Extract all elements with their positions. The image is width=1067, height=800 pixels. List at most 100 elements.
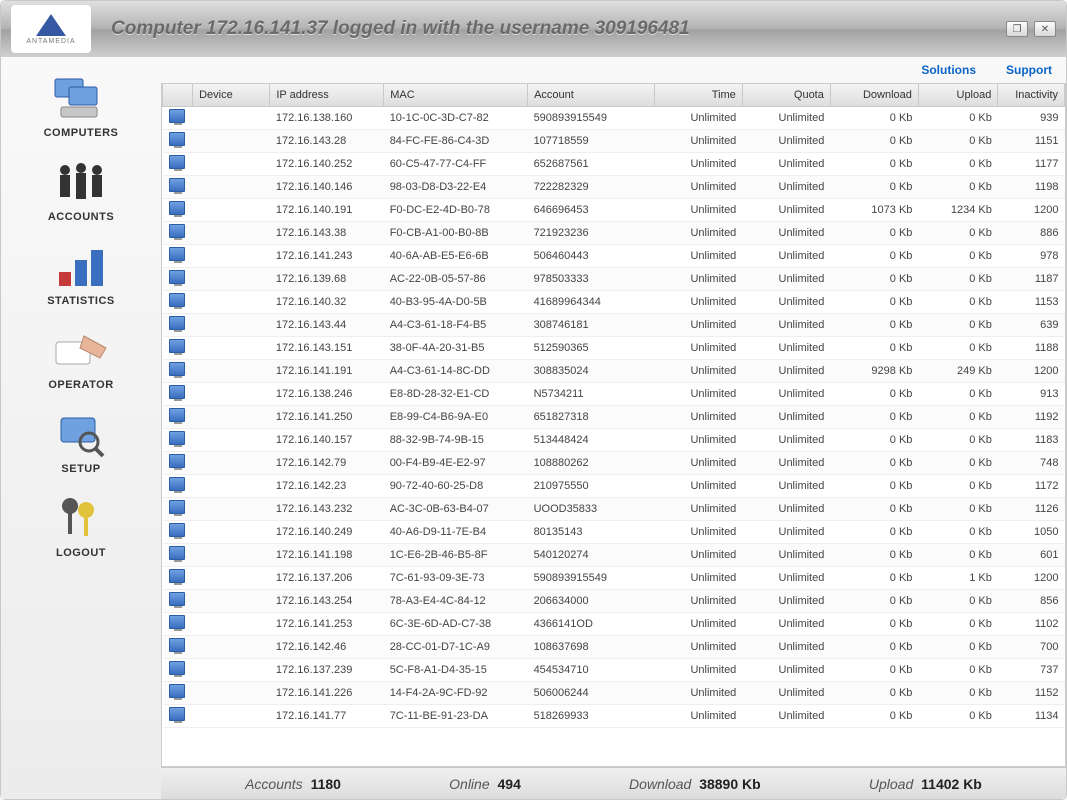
- monitor-icon: [169, 638, 185, 652]
- monitor-icon: [169, 500, 185, 514]
- cell-ip: 172.16.137.239: [270, 658, 384, 681]
- cell-download: 0 Kb: [830, 428, 918, 451]
- table-row[interactable]: 172.16.143.15138-0F-4A-20-31-B5512590365…: [163, 336, 1065, 359]
- cell-upload: 1 Kb: [918, 566, 997, 589]
- table-row[interactable]: 172.16.141.1981C-E6-2B-46-B5-8F540120274…: [163, 543, 1065, 566]
- cell-mac: 28-CC-01-D7-1C-A9: [384, 635, 528, 658]
- cell-download: 0 Kb: [830, 497, 918, 520]
- cell-icon: [163, 175, 193, 198]
- table-row[interactable]: 172.16.141.250E8-99-C4-B6-9A-E0651827318…: [163, 405, 1065, 428]
- table-row[interactable]: 172.16.143.38F0-CB-A1-00-B0-8B721923236U…: [163, 221, 1065, 244]
- cell-quota: Unlimited: [742, 152, 830, 175]
- cell-account: UOOD35833: [528, 497, 655, 520]
- close-button[interactable]: ✕: [1034, 21, 1056, 37]
- col-mac[interactable]: MAC: [384, 84, 528, 106]
- cell-upload: 0 Kb: [918, 474, 997, 497]
- logo-triangle-icon: [36, 14, 66, 36]
- maximize-button[interactable]: ❐: [1006, 21, 1028, 37]
- table-row[interactable]: 172.16.137.2067C-61-93-09-3E-73590893915…: [163, 566, 1065, 589]
- table-row[interactable]: 172.16.140.3240-B3-95-4A-D0-5B4168996434…: [163, 290, 1065, 313]
- cell-device: [193, 106, 270, 129]
- monitor-icon: [169, 408, 185, 422]
- cell-icon: [163, 313, 193, 336]
- cell-account: 107718559: [528, 129, 655, 152]
- col-quota[interactable]: Quota: [742, 84, 830, 106]
- cell-time: Unlimited: [654, 313, 742, 336]
- cell-download: 0 Kb: [830, 704, 918, 727]
- sidebar-item-label: SETUP: [1, 463, 161, 475]
- cell-time: Unlimited: [654, 175, 742, 198]
- col-upload[interactable]: Upload: [918, 84, 997, 106]
- table-row[interactable]: 172.16.141.2536C-3E-6D-AD-C7-384366141OD…: [163, 612, 1065, 635]
- cell-mac: E8-99-C4-B6-9A-E0: [384, 405, 528, 428]
- cell-quota: Unlimited: [742, 221, 830, 244]
- cell-icon: [163, 221, 193, 244]
- cell-upload: 0 Kb: [918, 405, 997, 428]
- table-row[interactable]: 172.16.143.232AC-3C-0B-63-B4-07UOOD35833…: [163, 497, 1065, 520]
- sidebar-item-label: ACCOUNTS: [1, 211, 161, 223]
- table-row[interactable]: 172.16.139.68AC-22-0B-05-57-86978503333U…: [163, 267, 1065, 290]
- cell-ip: 172.16.142.23: [270, 474, 384, 497]
- cell-time: Unlimited: [654, 520, 742, 543]
- cell-icon: [163, 612, 193, 635]
- cell-time: Unlimited: [654, 129, 742, 152]
- col-ip[interactable]: IP address: [270, 84, 384, 106]
- sidebar-item-operator[interactable]: OPERATOR: [1, 323, 161, 395]
- cell-quota: Unlimited: [742, 106, 830, 129]
- sidebar-item-computers[interactable]: COMPUTERS: [1, 71, 161, 143]
- cell-download: 0 Kb: [830, 382, 918, 405]
- cell-ip: 172.16.143.254: [270, 589, 384, 612]
- table-row[interactable]: 172.16.138.16010-1C-0C-3D-C7-82590893915…: [163, 106, 1065, 129]
- cell-quota: Unlimited: [742, 589, 830, 612]
- table-row[interactable]: 172.16.142.2390-72-40-60-25-D8210975550U…: [163, 474, 1065, 497]
- cell-account: 454534710: [528, 658, 655, 681]
- table-row[interactable]: 172.16.140.25260-C5-47-77-C4-FF652687561…: [163, 152, 1065, 175]
- col-inactivity[interactable]: Inactivity: [998, 84, 1065, 106]
- col-blank[interactable]: [163, 84, 193, 106]
- solutions-link[interactable]: Solutions: [921, 63, 976, 77]
- col-download[interactable]: Download: [830, 84, 918, 106]
- cell-upload: 0 Kb: [918, 451, 997, 474]
- table-row[interactable]: 172.16.137.2395C-F8-A1-D4-35-15454534710…: [163, 658, 1065, 681]
- cell-mac: 00-F4-B9-4E-E2-97: [384, 451, 528, 474]
- sidebar-item-label: STATISTICS: [1, 295, 161, 307]
- cell-account: 540120274: [528, 543, 655, 566]
- cell-upload: 0 Kb: [918, 267, 997, 290]
- col-device[interactable]: Device: [193, 84, 270, 106]
- support-link[interactable]: Support: [1006, 63, 1052, 77]
- cell-account: 652687561: [528, 152, 655, 175]
- cell-inactivity: 1153: [998, 290, 1065, 313]
- col-account[interactable]: Account: [528, 84, 655, 106]
- cell-account: 513448424: [528, 428, 655, 451]
- cell-ip: 172.16.140.191: [270, 198, 384, 221]
- cell-upload: 0 Kb: [918, 681, 997, 704]
- sidebar-item-setup[interactable]: SETUP: [1, 407, 161, 479]
- cell-inactivity: 1200: [998, 359, 1065, 382]
- table-row[interactable]: 172.16.142.4628-CC-01-D7-1C-A9108637698U…: [163, 635, 1065, 658]
- table-row[interactable]: 172.16.143.2884-FC-FE-86-C4-3D107718559U…: [163, 129, 1065, 152]
- table-row[interactable]: 172.16.138.246E8-8D-28-32-E1-CDN5734211U…: [163, 382, 1065, 405]
- cell-device: [193, 382, 270, 405]
- sidebar-item-accounts[interactable]: ACCOUNTS: [1, 155, 161, 227]
- sidebar-item-logout[interactable]: LOGOUT: [1, 491, 161, 563]
- table-row[interactable]: 172.16.140.15788-32-9B-74-9B-15513448424…: [163, 428, 1065, 451]
- monitor-icon: [169, 155, 185, 169]
- table-row[interactable]: 172.16.143.44A4-C3-61-18-F4-B5308746181U…: [163, 313, 1065, 336]
- sidebar-item-label: LOGOUT: [1, 547, 161, 559]
- table-row[interactable]: 172.16.142.7900-F4-B9-4E-E2-97108880262U…: [163, 451, 1065, 474]
- table-row[interactable]: 172.16.140.14698-03-D8-D3-22-E4722282329…: [163, 175, 1065, 198]
- table-row[interactable]: 172.16.143.25478-A3-E4-4C-84-12206634000…: [163, 589, 1065, 612]
- table-row[interactable]: 172.16.140.191F0-DC-E2-4D-B0-78646696453…: [163, 198, 1065, 221]
- cell-icon: [163, 543, 193, 566]
- sidebar-item-statistics[interactable]: STATISTICS: [1, 239, 161, 311]
- col-time[interactable]: Time: [654, 84, 742, 106]
- cell-ip: 172.16.143.44: [270, 313, 384, 336]
- table-row[interactable]: 172.16.141.22614-F4-2A-9C-FD-92506006244…: [163, 681, 1065, 704]
- table-row[interactable]: 172.16.141.24340-6A-AB-E5-E6-6B506460443…: [163, 244, 1065, 267]
- cell-download: 0 Kb: [830, 175, 918, 198]
- table-row[interactable]: 172.16.141.777C-11-BE-91-23-DA518269933U…: [163, 704, 1065, 727]
- table-scroll[interactable]: Device IP address MAC Account Time Quota…: [161, 83, 1066, 767]
- table-row[interactable]: 172.16.141.191A4-C3-61-14-8C-DD308835024…: [163, 359, 1065, 382]
- table-row[interactable]: 172.16.140.24940-A6-D9-11-7E-B480135143U…: [163, 520, 1065, 543]
- cell-ip: 172.16.143.28: [270, 129, 384, 152]
